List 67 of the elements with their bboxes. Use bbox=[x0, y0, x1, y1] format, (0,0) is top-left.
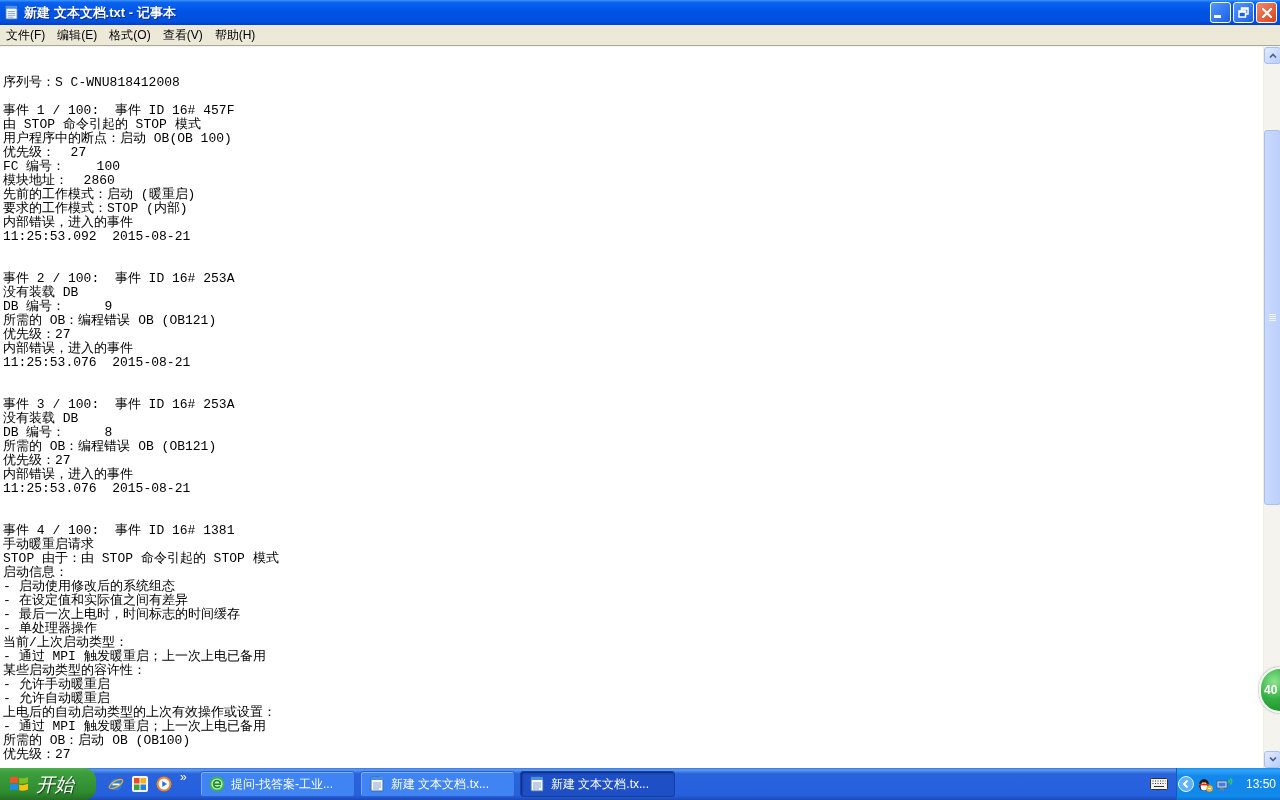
color-squares-icon[interactable] bbox=[132, 776, 148, 792]
chevron-left-icon[interactable] bbox=[1178, 776, 1194, 792]
close-icon bbox=[1261, 7, 1272, 18]
text-line: 优先级： 27 bbox=[3, 146, 87, 160]
text-line: DB 编号： 8 bbox=[3, 426, 113, 440]
keyboard-icon[interactable] bbox=[1150, 778, 1168, 790]
scroll-down-button[interactable] bbox=[1264, 751, 1280, 768]
ringed-globe-icon[interactable] bbox=[108, 776, 124, 792]
menu-item[interactable]: 帮助(H) bbox=[208, 25, 262, 45]
text-line: 要求的工作模式：STOP (内部) bbox=[3, 202, 188, 216]
menu-item[interactable]: 格式(O) bbox=[103, 25, 157, 45]
close-button[interactable] bbox=[1256, 2, 1277, 23]
circle-logo-icon bbox=[209, 776, 225, 792]
text-line: 先前的工作模式：启动 (暖重启) bbox=[3, 188, 196, 202]
chevron-down-icon bbox=[1268, 757, 1277, 762]
window-title: 新建 文本文档.txt - 记事本 bbox=[24, 6, 176, 19]
start-button[interactable]: 开始 bbox=[0, 768, 96, 800]
menu-item[interactable]: 编辑(E) bbox=[51, 25, 104, 45]
text-line: - 单处理器操作 bbox=[3, 622, 97, 636]
text-line: 序列号：S C-WNU818412008 bbox=[3, 76, 180, 90]
scroll-up-button[interactable] bbox=[1264, 47, 1280, 64]
text-line: 优先级：27 bbox=[3, 748, 71, 762]
chevron-up-icon bbox=[1268, 53, 1277, 58]
text-line: 所需的 OB：编程错误 OB (OB121) bbox=[3, 314, 217, 328]
text-line: 事件 3 / 100: 事件 ID 16# 253A bbox=[3, 398, 235, 412]
text-line: 内部错误，进入的事件 bbox=[3, 342, 133, 356]
menu-item[interactable]: 文件(F) bbox=[0, 25, 52, 45]
text-line: 11:25:53.076 2015-08-21 bbox=[3, 356, 191, 370]
text-line: 事件 4 / 100: 事件 ID 16# 1381 bbox=[3, 524, 235, 538]
grip-lines-icon bbox=[1269, 314, 1276, 321]
text-line: 模块地址： 2860 bbox=[3, 174, 115, 188]
play-circle-icon[interactable] bbox=[156, 776, 172, 792]
text-line: 事件 2 / 100: 事件 ID 16# 253A bbox=[3, 272, 235, 286]
text-line: 优先级：27 bbox=[3, 328, 71, 342]
document-icon bbox=[369, 776, 385, 792]
text-line: 事件 1 / 100: 事件 ID 16# 457F bbox=[3, 104, 235, 118]
text-line: - 最后一次上电时，时间标志的时间缓存 bbox=[3, 608, 240, 622]
text-line: 内部错误，进入的事件 bbox=[3, 216, 133, 230]
taskbar-button[interactable]: 新建 文本文档.tx... bbox=[520, 771, 675, 797]
text-line: STOP 由于：由 STOP 命令引起的 STOP 模式 bbox=[3, 552, 279, 566]
text-line: 所需的 OB：编程错误 OB (OB121) bbox=[3, 440, 217, 454]
taskbar-button[interactable]: 提问-找答案-工业... bbox=[200, 771, 355, 797]
text-line: 优先级：27 bbox=[3, 454, 71, 468]
minimize-icon bbox=[1214, 15, 1223, 18]
taskbar-button[interactable]: 新建 文本文档.tx... bbox=[360, 771, 515, 797]
restore-button[interactable] bbox=[1233, 2, 1254, 23]
clock-time: 13:50 bbox=[1246, 778, 1277, 790]
text-line: 没有装载 DB bbox=[3, 412, 79, 426]
text-line: FC 编号： 100 bbox=[3, 160, 120, 174]
text-line: - 通过 MPI 触发暖重启；上一次上电已备用 bbox=[3, 650, 266, 664]
text-line: 11:25:53.092 2015-08-21 bbox=[3, 230, 191, 244]
menu-item[interactable]: 查看(V) bbox=[156, 25, 209, 45]
document-icon bbox=[4, 5, 19, 20]
text-line: 11:25:53.076 2015-08-21 bbox=[3, 482, 191, 496]
text-line: 没有装载 DB bbox=[3, 286, 79, 300]
scroll-thumb[interactable] bbox=[1264, 130, 1280, 505]
quick-launch-overflow-button[interactable]: » bbox=[180, 771, 187, 783]
text-line: 由 STOP 命令引起的 STOP 模式 bbox=[3, 118, 201, 132]
text-line: 启动信息： bbox=[3, 566, 68, 580]
text-line: DB 编号： 9 bbox=[3, 300, 113, 314]
flag-icon bbox=[9, 775, 29, 793]
penguin-icon[interactable] bbox=[1197, 776, 1213, 792]
document-icon bbox=[529, 776, 545, 792]
restore-icon bbox=[1238, 7, 1249, 18]
text-line: 手动暖重启请求 bbox=[3, 538, 94, 552]
minimize-button[interactable] bbox=[1210, 2, 1231, 23]
text-line: 内部错误，进入的事件 bbox=[3, 468, 133, 482]
